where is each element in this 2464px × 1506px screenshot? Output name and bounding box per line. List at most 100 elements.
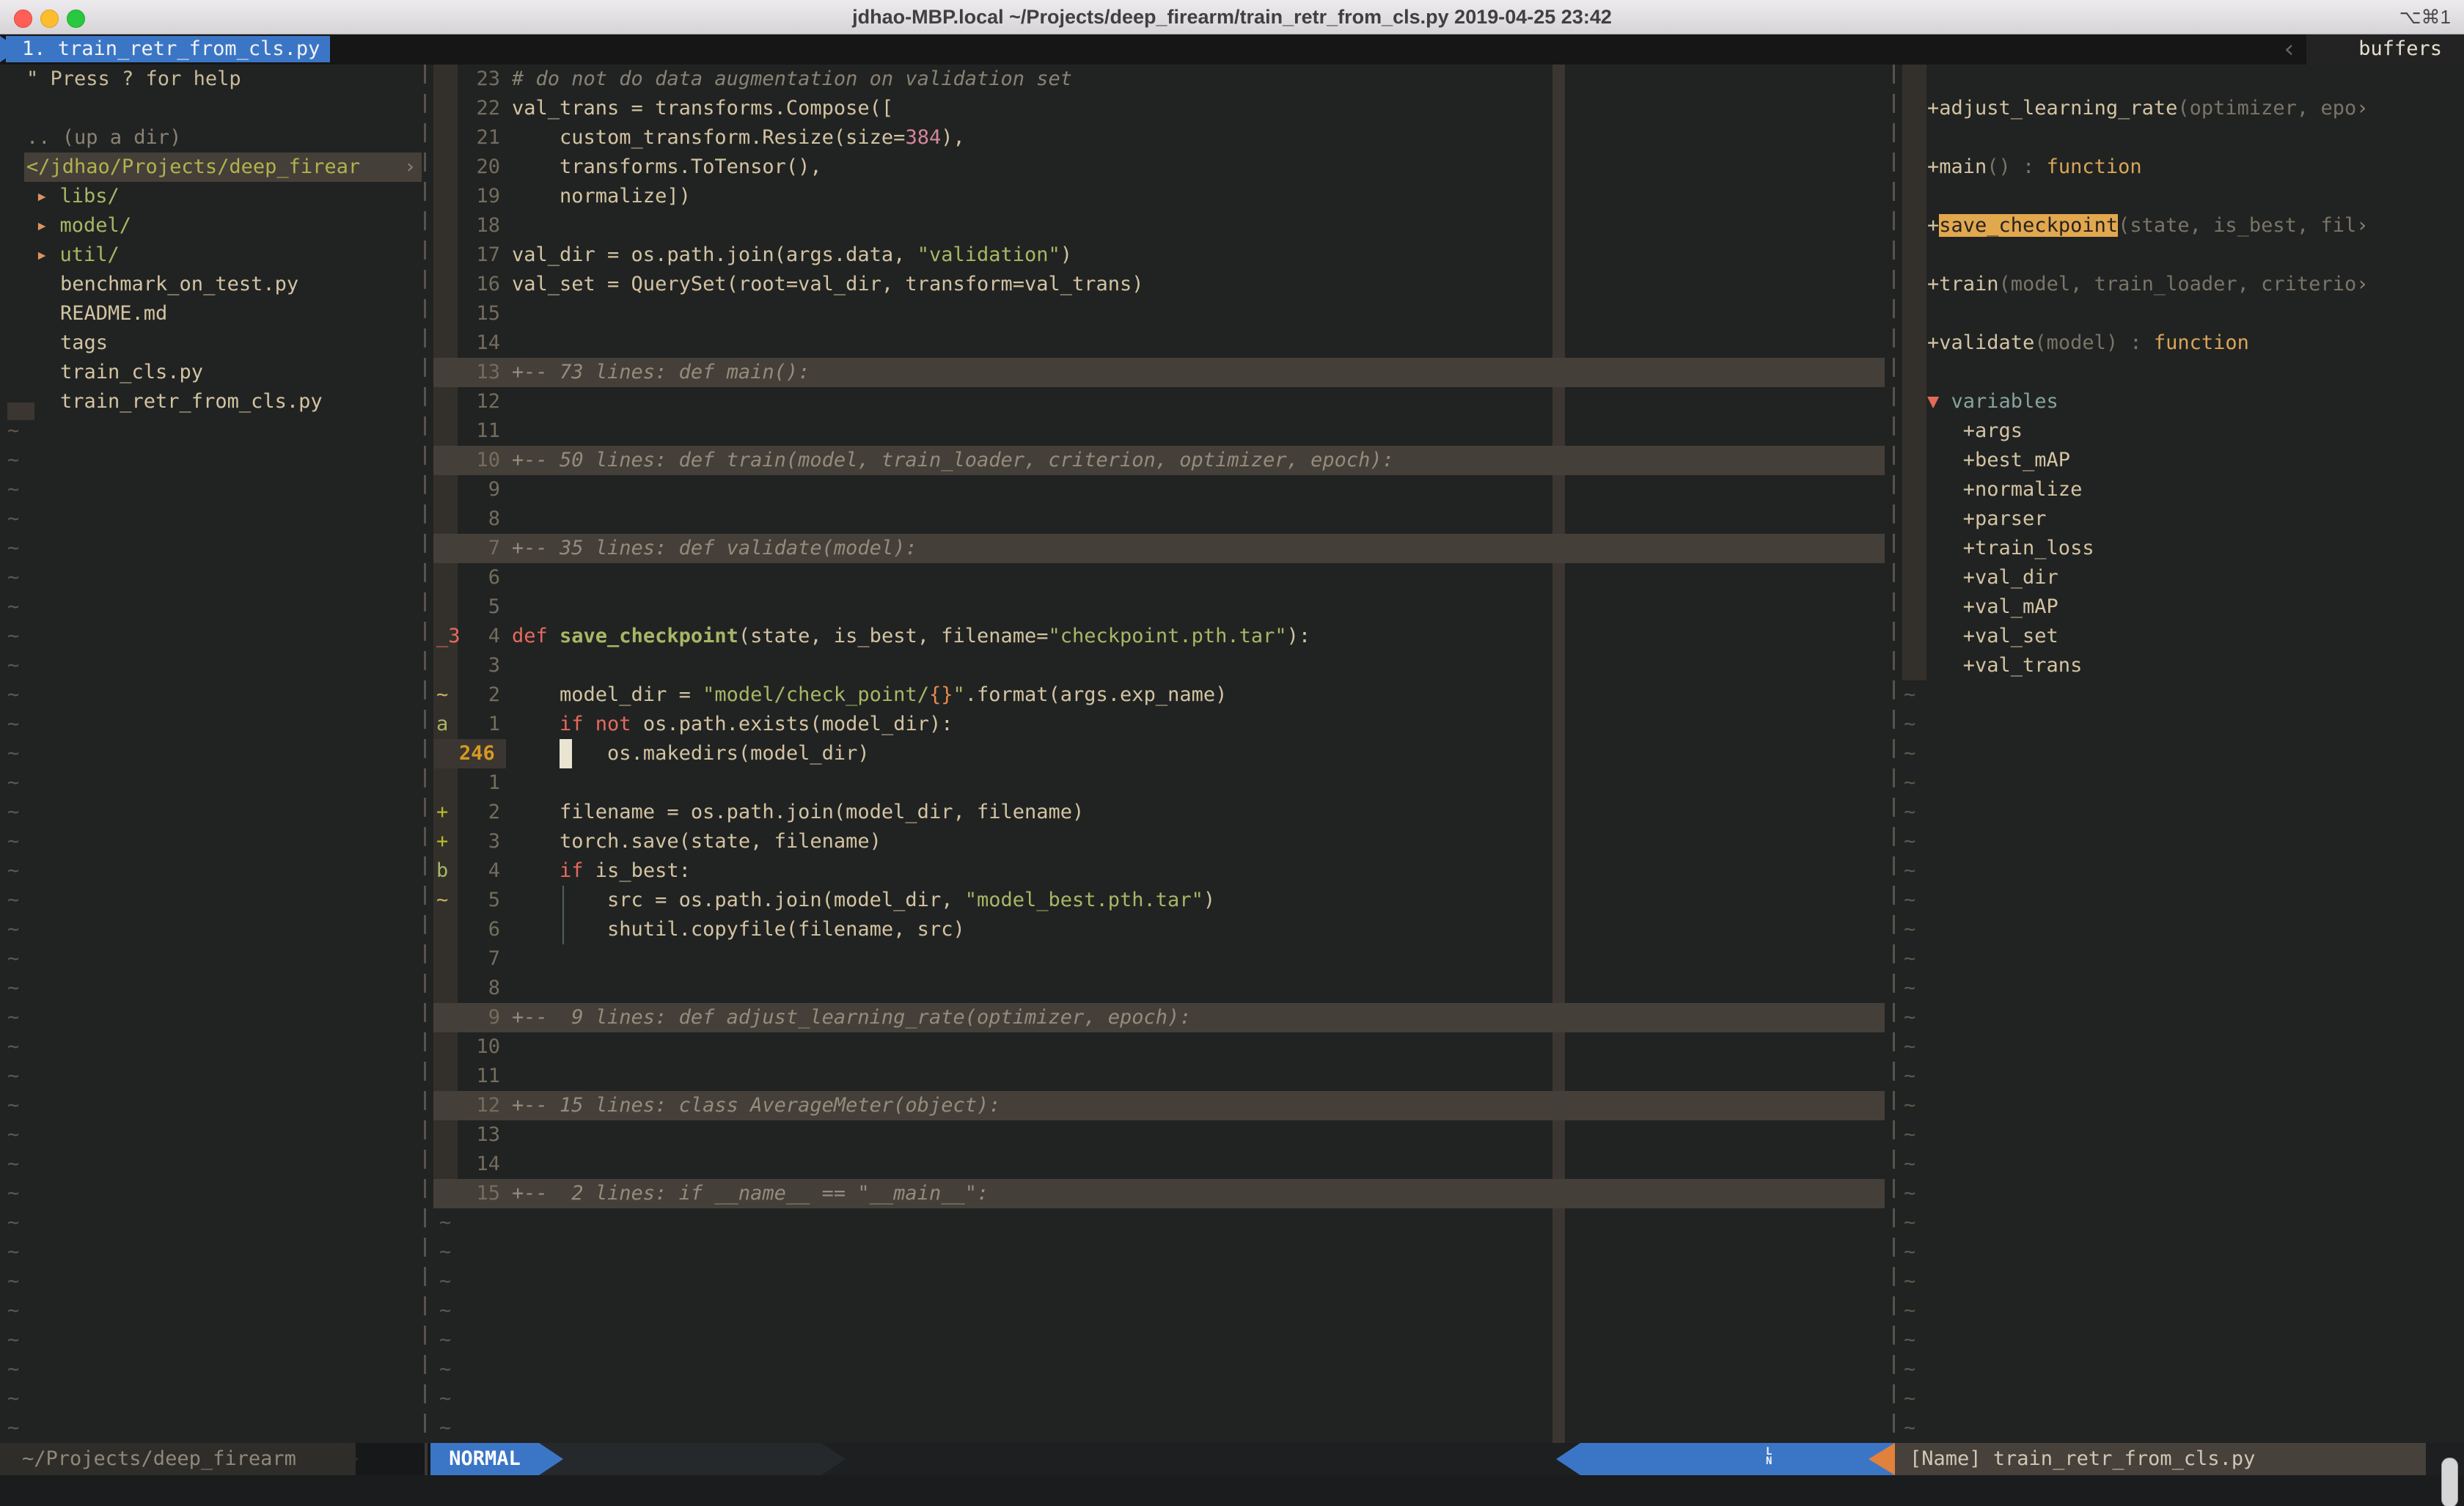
folded-code-line[interactable]: +-- 15 lines: class AverageMeter(object)… <box>512 1091 1000 1120</box>
tree-item[interactable]: tags <box>60 328 108 358</box>
mode-indicator: NORMAL <box>430 1443 539 1475</box>
tree-item[interactable]: ▸ util/ <box>36 240 120 270</box>
text-cursor <box>560 739 572 768</box>
gutter-sign: a <box>436 710 448 739</box>
tag-item[interactable]: +adjust_learning_rate(optimizer, epo› <box>1927 94 2368 123</box>
code-line[interactable]: normalize]) <box>512 182 691 211</box>
gutter-sign: b <box>436 856 448 886</box>
gutter-sign: ~ <box>436 886 448 915</box>
tag-item[interactable]: +validate(model) : function <box>1927 328 2249 358</box>
nerdtree-empty-line: ~ <box>7 1179 19 1208</box>
tag-item[interactable]: +best_mAP <box>1927 446 2070 475</box>
line-number: 9 <box>452 1003 500 1032</box>
line-number: 19 <box>452 182 500 211</box>
tag-item[interactable]: +val_trans <box>1927 651 2082 680</box>
code-line[interactable]: if not os.path.exists(model_dir): <box>512 710 953 739</box>
line-number: 15 <box>452 299 500 328</box>
line-number: 4 <box>452 856 500 886</box>
tag-item[interactable]: +normalize <box>1927 475 2082 504</box>
nerdtree-empty-line: ~ <box>7 475 19 504</box>
code-line[interactable]: val_dir = os.path.join(args.data, "valid… <box>512 240 1072 270</box>
tagbar-empty-line: ~ <box>1904 1326 1915 1355</box>
nerdtree-empty-line: ~ <box>7 534 19 563</box>
line-number: 3 <box>452 827 500 856</box>
tree-item[interactable]: ▸ model/ <box>36 211 131 240</box>
nerdtree-empty-line: ~ <box>7 1003 19 1032</box>
line-number: 6 <box>452 563 500 592</box>
code-line[interactable]: if is_best: <box>512 856 691 886</box>
code-line[interactable]: shutil.copyfile(filename, src) <box>512 915 965 944</box>
tagbar-empty-line: ~ <box>1904 1032 1915 1062</box>
tag-item[interactable]: +val_set <box>1927 622 2058 651</box>
tag-item[interactable]: +train_loss <box>1927 534 2094 563</box>
terminal-screen: jdhao-MBP.local ~/Projects/deep_firearm/… <box>0 0 2464 1506</box>
tagbar-kind-header[interactable]: ▼ variables <box>1927 387 2058 416</box>
scrollbar-thumb[interactable] <box>2441 1458 2458 1506</box>
code-line[interactable]: def save_checkpoint(state, is_best, file… <box>512 622 1310 651</box>
code-line[interactable]: torch.save(state, filename) <box>512 827 881 856</box>
tagbar-empty-line: ~ <box>1904 974 1915 1003</box>
tree-item[interactable]: " Press ? for help <box>26 65 241 94</box>
line-number: 10 <box>452 1032 500 1062</box>
code-line[interactable]: custom_transform.Resize(size=384), <box>512 123 965 153</box>
window-separator-left[interactable] <box>424 65 426 1443</box>
tab-active[interactable]: 1. train_retr_from_cls.py <box>6 36 330 62</box>
nerdtree-empty-line: ~ <box>7 827 19 856</box>
nerdtree-empty-line: ~ <box>7 944 19 974</box>
code-line[interactable]: val_set = QuerySet(root=val_dir, transfo… <box>512 270 1144 299</box>
tag-item[interactable]: +val_mAP <box>1927 592 2058 622</box>
tree-item[interactable]: benchmark_on_test.py <box>60 270 298 299</box>
line-number: 22 <box>452 94 500 123</box>
nerdtree-empty-line: ~ <box>7 1414 19 1443</box>
line-number: 3 <box>452 651 500 680</box>
tag-item[interactable]: +parser <box>1927 504 2047 534</box>
folded-code-line[interactable]: +-- 2 lines: if __name__ == "__main__": <box>512 1179 989 1208</box>
window-separator-right[interactable] <box>1893 65 1895 1443</box>
tag-item[interactable]: +args <box>1927 416 2023 446</box>
code-line[interactable]: model_dir = "model/check_point/{}".forma… <box>512 680 1227 710</box>
folded-code-line[interactable]: +-- 35 lines: def validate(model): <box>512 534 917 563</box>
line-number: 9 <box>452 475 500 504</box>
command-line[interactable] <box>0 1475 2464 1506</box>
tree-item[interactable]: ▸ libs/ <box>36 182 120 211</box>
line-number: 5 <box>452 592 500 622</box>
position-segment: 86% ≡ 246/284 LN : 5 <box>1580 1443 1895 1475</box>
editor-empty-line: ~ <box>439 1326 451 1355</box>
tree-item-selected[interactable]: </jdhao/Projects/deep_firear› <box>26 153 360 182</box>
statusline-notch <box>425 1443 428 1475</box>
nerdtree-empty-line: ~ <box>7 739 19 768</box>
tagbar-empty-line: ~ <box>1904 915 1915 944</box>
nerdtree-empty-line: ~ <box>7 504 19 534</box>
powerline-arrow <box>334 1443 359 1475</box>
folded-code-line[interactable]: +-- 9 lines: def adjust_learning_rate(op… <box>512 1003 1192 1032</box>
code-line[interactable]: filename = os.path.join(model_dir, filen… <box>512 798 1084 827</box>
nerdtree-empty-line: ~ <box>7 974 19 1003</box>
tabline-buffers-label[interactable]: buffers <box>2358 34 2442 65</box>
tree-item[interactable]: train_cls.py <box>60 358 203 387</box>
nerdtree-empty-line: ~ <box>7 886 19 915</box>
tree-item[interactable]: train_retr_from_cls.py <box>60 387 323 416</box>
tag-item[interactable]: +save_checkpoint(state, is_best, fil› <box>1927 211 2368 240</box>
line-number: 11 <box>452 1062 500 1091</box>
line-number: 5 <box>452 886 500 915</box>
code-line[interactable]: # do not do data augmentation on validat… <box>512 65 1072 94</box>
vim-tabline: 1. train_retr_from_cls.py ‹ buffers <box>0 34 2464 65</box>
tag-item[interactable]: +val_dir <box>1927 563 2058 592</box>
nerdtree-empty-line: ~ <box>7 680 19 710</box>
line-number: 15 <box>452 1179 500 1208</box>
line-number: 23 <box>452 65 500 94</box>
code-line[interactable]: val_trans = transforms.Compose([ <box>512 94 893 123</box>
code-line[interactable]: src = os.path.join(model_dir, "model_bes… <box>512 886 1215 915</box>
nerdtree-empty-line: ~ <box>7 1062 19 1091</box>
line-number: 12 <box>452 1091 500 1120</box>
tag-item[interactable]: +main() : function <box>1927 153 2142 182</box>
folded-code-line[interactable]: +-- 73 lines: def main(): <box>512 358 810 387</box>
nerdtree-empty-line: ~ <box>7 768 19 798</box>
tag-item[interactable]: +train(model, train_loader, criterio› <box>1927 270 2368 299</box>
folded-code-line[interactable]: +-- 50 lines: def train(model, train_loa… <box>512 446 1394 475</box>
code-line[interactable]: transforms.ToTensor(), <box>512 153 822 182</box>
nerdtree-empty-line: ~ <box>7 1326 19 1355</box>
tagbar-empty-line: ~ <box>1904 1355 1915 1384</box>
tree-item[interactable]: .. (up a dir) <box>26 123 181 153</box>
tree-item[interactable]: README.md <box>60 299 167 328</box>
